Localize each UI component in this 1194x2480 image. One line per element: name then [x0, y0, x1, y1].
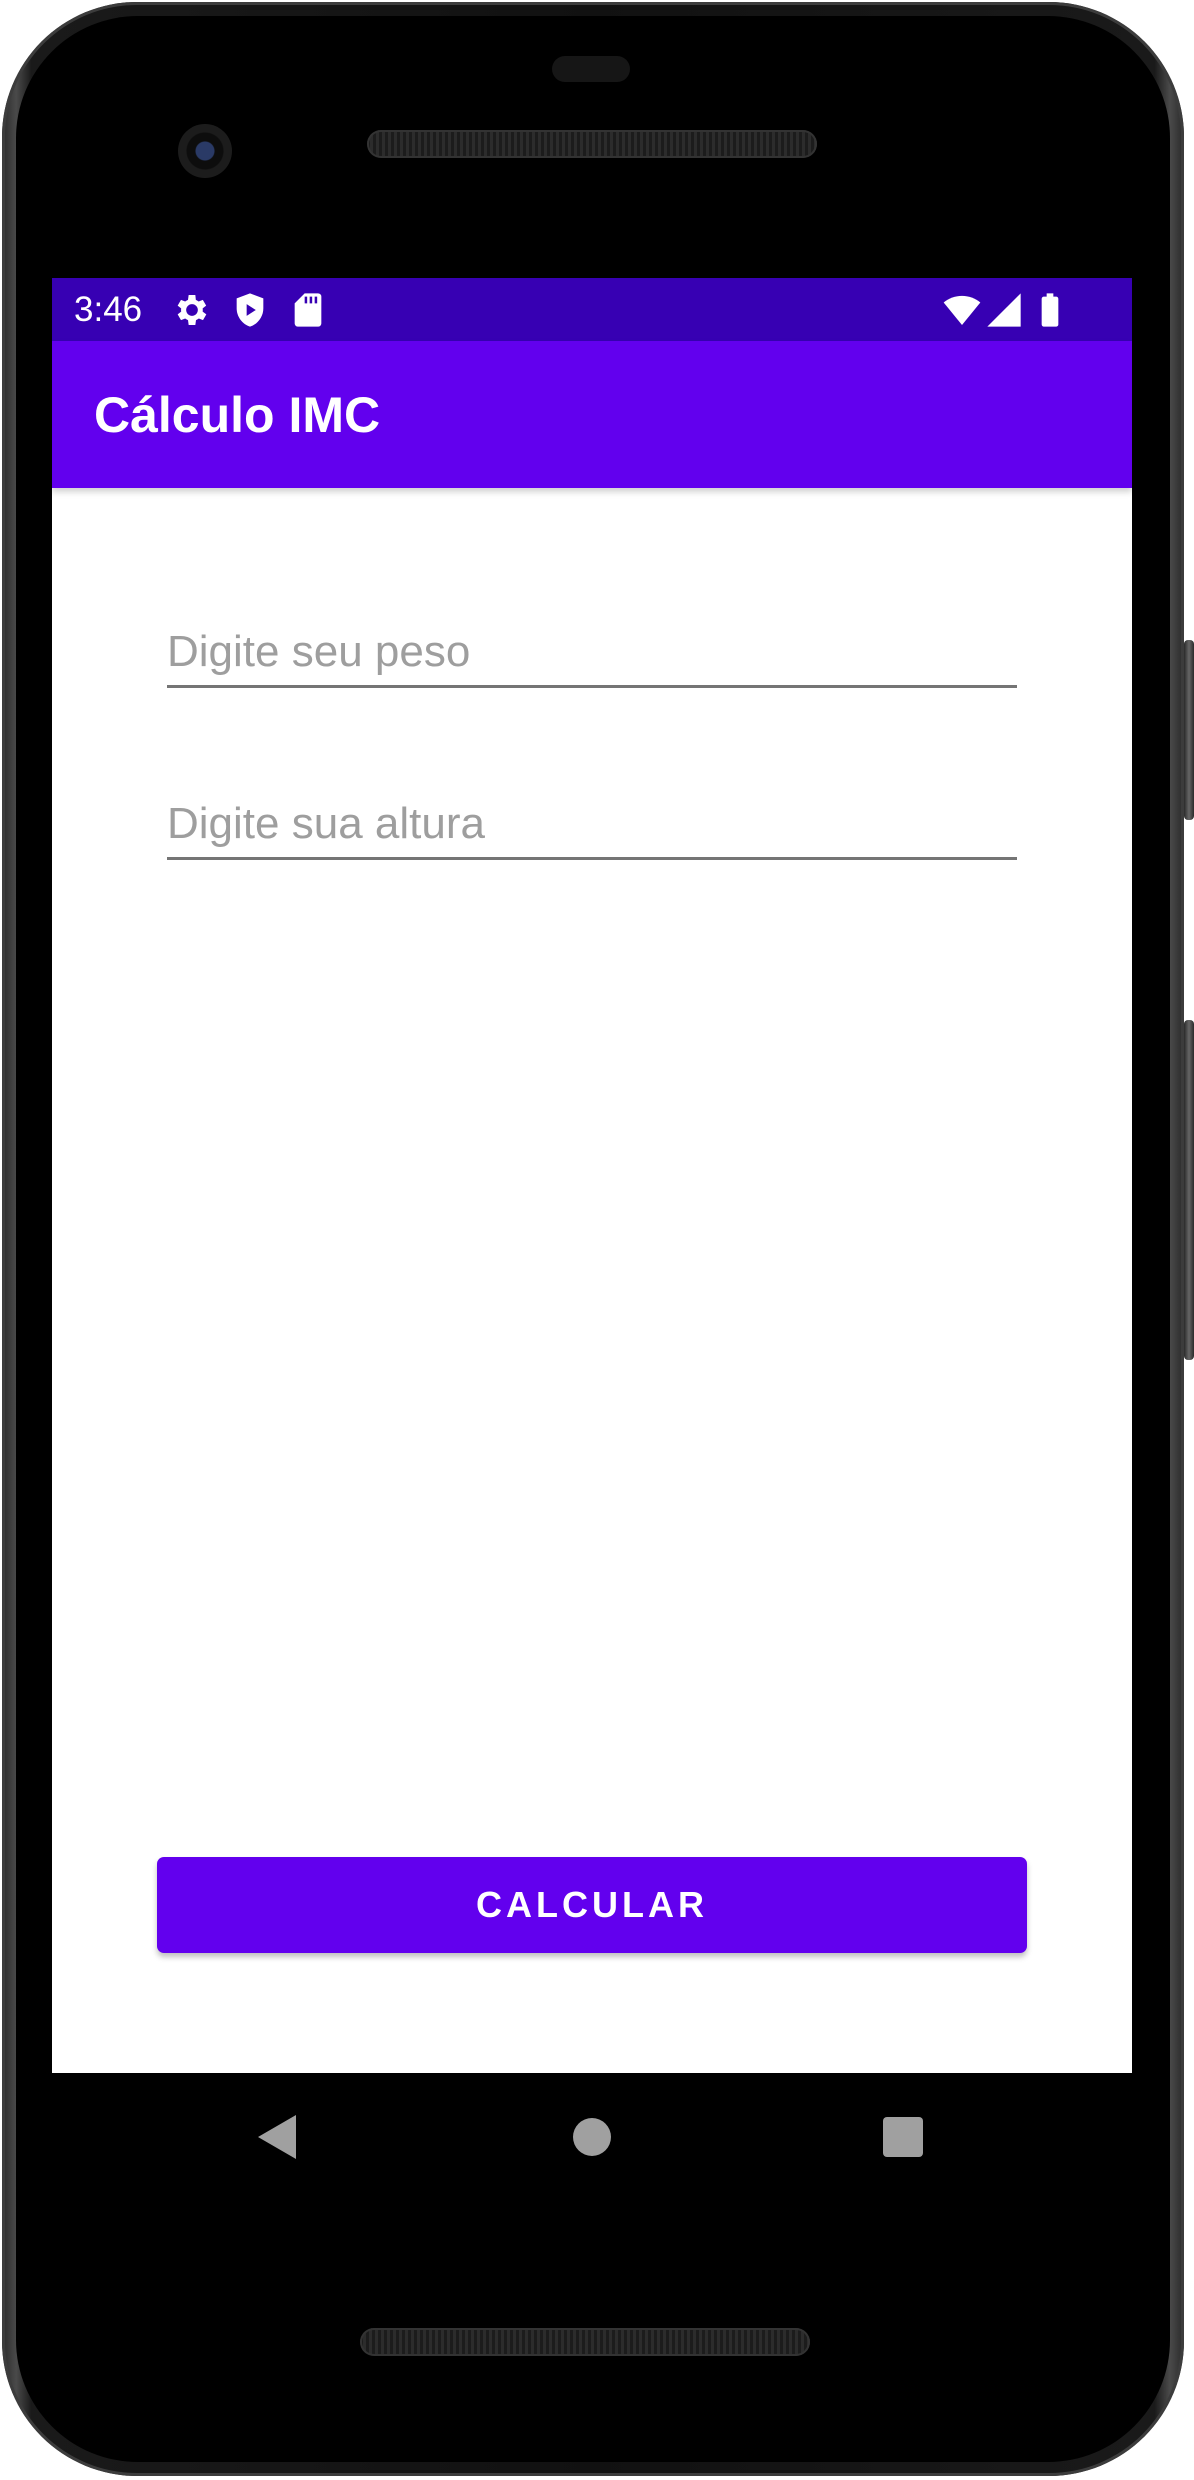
gear-icon — [177, 295, 207, 325]
cell-signal-icon — [987, 293, 1021, 327]
height-input[interactable] — [167, 790, 1017, 860]
wifi-icon — [943, 295, 981, 325]
back-icon[interactable] — [258, 2115, 296, 2159]
page-title: Cálculo IMC — [94, 387, 381, 443]
home-icon[interactable] — [573, 2118, 611, 2156]
bottom-speaker — [360, 2328, 810, 2356]
front-camera — [178, 124, 232, 178]
app-bar: Cálculo IMC — [52, 341, 1132, 488]
power-button — [1184, 640, 1194, 820]
app-screen: 3:46 Cálculo IMC Digite seu peso Digite … — [52, 278, 1132, 2073]
volume-button — [1184, 1020, 1194, 1360]
earpiece-speaker — [367, 130, 817, 158]
sd-card-icon — [294, 293, 322, 327]
status-time: 3:46 — [74, 290, 143, 329]
recents-icon[interactable] — [883, 2117, 923, 2157]
device-frame: 3:46 Cálculo IMC Digite seu peso Digite … — [0, 0, 1194, 2480]
shield-play-icon — [236, 293, 264, 327]
battery-icon — [1041, 293, 1059, 327]
proximity-sensor — [552, 56, 630, 82]
status-bar: 3:46 — [52, 278, 1132, 341]
calculate-button[interactable]: CALCULAR — [157, 1857, 1027, 1953]
weight-input[interactable] — [167, 618, 1017, 688]
